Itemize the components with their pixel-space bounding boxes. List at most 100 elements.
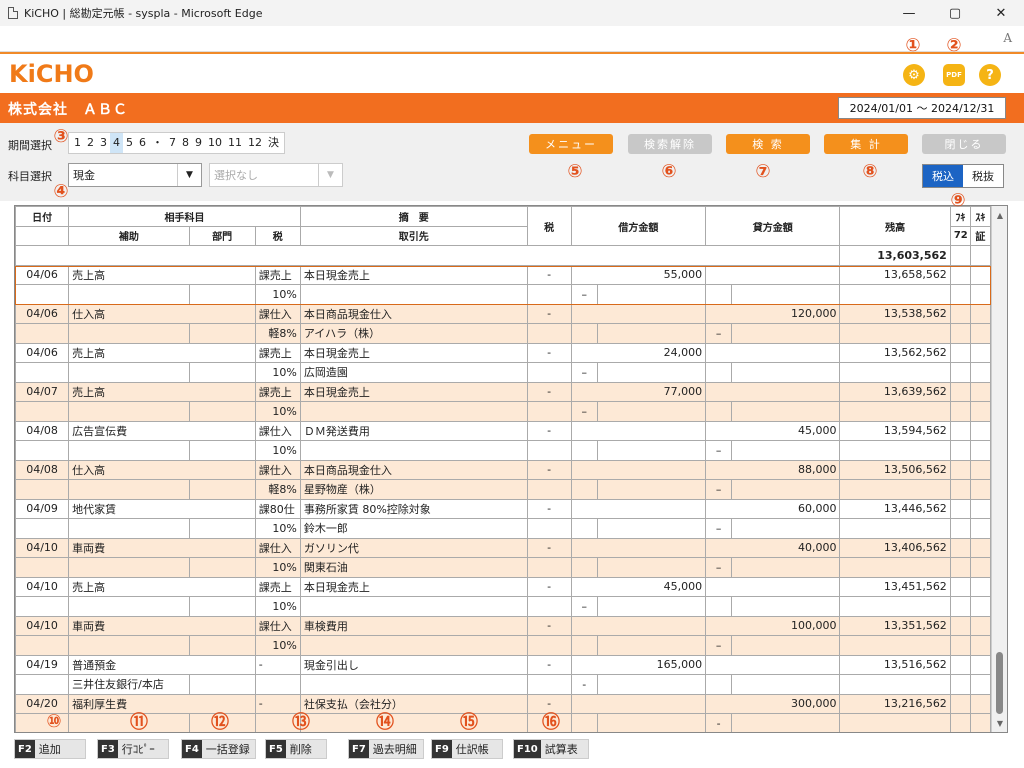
settings-gear-icon[interactable]: ⚙ [903,64,925,86]
chevron-down-icon: ▼ [177,164,201,186]
account-select[interactable]: 現金 ▼ [68,163,202,187]
cell-tax-mark: - [526,420,572,441]
help-icon[interactable]: ? [979,64,1001,86]
scroll-up-icon[interactable]: ▲ [992,208,1007,222]
cell-credit-mark [705,401,733,422]
callout-number: ⑫ [211,712,229,733]
cell-debit-mark [570,518,598,539]
table-row[interactable]: 04/06 仕入高 課仕入 本日商品現金仕入 - 120,000 13,538,562 [15,303,992,324]
cell-dept [188,596,256,617]
table-row[interactable]: 04/10 車両費 課仕入 車検費用 - 100,000 13,351,562 [15,615,992,636]
read-aloud-icon[interactable]: A [1003,31,1012,45]
fkey-f2-button[interactable]: F2 追加 [14,739,86,759]
tax-exclusive-button[interactable]: 税抜 [963,165,1003,187]
sub-account-select[interactable]: 選択なし ▼ [209,163,343,187]
table-row-detail[interactable]: 10% – [15,440,992,461]
vertical-scrollbar[interactable]: ▲ ▼ [991,206,1007,732]
fkey-f3-button[interactable]: F3 行ｺﾋﾟｰ [97,739,169,759]
table-row-detail[interactable]: 10% – [15,635,992,656]
table-row[interactable]: 04/10 売上高 課売上 本日現金売上 -45,000 13,451,562 [15,576,992,597]
cell-debit-mark [570,557,598,578]
cell-account: 売上高 [68,264,256,285]
close-button[interactable]: 閉じる [922,134,1006,154]
close-window-button[interactable]: ✕ [978,0,1024,26]
month-item[interactable]: 3 [97,133,110,153]
table-row[interactable]: 04/20 福利厚生費 - 社保支払（会社分） -300,000 13,216,562 [15,693,992,714]
fkey-f7-button[interactable]: F7 過去明細 [348,739,424,759]
maximize-button[interactable]: ▢ [932,0,978,26]
scrollbar-thumb[interactable] [996,652,1003,714]
month-item[interactable]: 7 [166,133,179,153]
cell-credit-mark: – [705,323,733,344]
month-item[interactable]: 8 [179,133,192,153]
fkey-text: 過去明細 [372,743,417,756]
cell-credit [705,342,841,363]
month-selector[interactable]: 1 2 3 4 5 6 ・ 7 8 9 10 11 12 決 [68,132,285,154]
fkey-f10-button[interactable]: F10 試算表 [513,739,589,759]
cell-tax-mark: - [526,654,572,675]
table-row-detail[interactable]: 三井住友銀行/本店 - [15,674,992,695]
cell-debit-mark: – [570,284,598,305]
month-item[interactable]: 決 [265,133,282,153]
cell-date: 04/10 [15,615,70,636]
table-row-detail[interactable]: 10% – [15,401,992,422]
table-row-detail[interactable]: 軽8% 星野物産（株） – [15,479,992,500]
callout-number: ⑦ [755,160,771,182]
callout-number: ① [905,34,921,56]
table-row[interactable]: 04/08 仕入高 課仕入 本日商品現金仕入 - 88,000 13,506,562 [15,459,992,480]
search-clear-button[interactable]: 検索解除 [628,134,712,154]
fkey-text: 試算表 [544,743,578,756]
cell-tax-category: 課仕入 [254,420,301,441]
table-row-detail[interactable]: 10% – [15,284,992,305]
cell-dept [188,479,256,500]
table-row-detail[interactable]: 10% – [15,596,992,617]
month-item[interactable]: 9 [192,133,205,153]
fkey-label: F5 [266,740,286,758]
cell-summary: 本日現金売上 [299,576,528,597]
fkey-f9-button[interactable]: F9 仕訳帳 [431,739,503,759]
cell-client: 星野物産（株） [299,479,528,500]
cell-date: 04/10 [15,537,70,558]
fkey-f4-button[interactable]: F4 一括登録 [181,739,256,759]
cell-credit: 40,000 [705,537,841,558]
table-row[interactable]: 04/10 車両費 課仕入 ガソリン代 - 40,000 13,406,562 [15,537,992,558]
pdf-icon[interactable]: PDF [943,64,965,86]
cell-credit-mark [705,596,733,617]
account-select-label: 科目選択 [8,170,52,183]
aggregate-button[interactable]: 集 計 [824,134,908,154]
table-row-detail[interactable]: 10% 広岡造園 – [15,362,992,383]
table-row-detail[interactable]: 10% 鈴木一郎 – [15,518,992,539]
scroll-down-icon[interactable]: ▼ [992,716,1007,730]
table-row[interactable]: 04/06 売上高 課売上 本日現金売上 -55,000 13,658,562 [15,264,992,285]
cell-debit-mark [570,440,598,461]
month-item[interactable]: 4 [110,133,123,153]
cell-credit [705,654,841,675]
callout-number: ⑨ [950,189,966,211]
cell-tax-rate: 10% [254,596,301,617]
tax-inclusive-button[interactable]: 税込 [923,165,963,187]
table-row-detail[interactable]: 10% 関東石油 – [15,557,992,578]
address-bar[interactable] [0,26,1024,52]
month-item[interactable]: 10 [205,133,225,153]
month-item[interactable]: 11 [225,133,245,153]
cell-balance: 13,406,562 [839,537,951,558]
minimize-button[interactable]: — [886,0,932,26]
table-row[interactable]: 04/06 売上高 課売上 本日現金売上 -24,000 13,562,562 [15,342,992,363]
table-row[interactable]: 04/19 普通預金 - 現金引出し -165,000 13,516,562 [15,654,992,675]
callout-number: ⑮ [460,712,478,733]
table-row[interactable]: 04/07 売上高 課売上 本日現金売上 -77,000 13,639,562 [15,381,992,402]
table-row[interactable]: 04/09 地代家賃 課80仕 事務所家賃 80%控除対象 - 60,000 13,446,… [15,498,992,519]
table-row-detail[interactable]: 軽8% アイハラ（株） – [15,323,992,344]
table-row-detail[interactable]: - [15,713,992,732]
menu-button[interactable]: メニュー [529,134,613,154]
month-item[interactable]: 12 [245,133,265,153]
search-button[interactable]: 検 索 [726,134,810,154]
month-item[interactable]: 5 [123,133,136,153]
month-item[interactable]: 2 [84,133,97,153]
fkey-f5-button[interactable]: F5 削除 [265,739,327,759]
month-item[interactable]: 6 [136,133,149,153]
fkey-label: F9 [432,740,452,758]
cell-summary: 社保支払（会社分） [299,693,528,714]
table-row[interactable]: 04/08 広告宣伝費 課仕入 ＤＭ発送費用 - 45,000 13,594,562 [15,420,992,441]
callout-number: ② [946,34,962,56]
